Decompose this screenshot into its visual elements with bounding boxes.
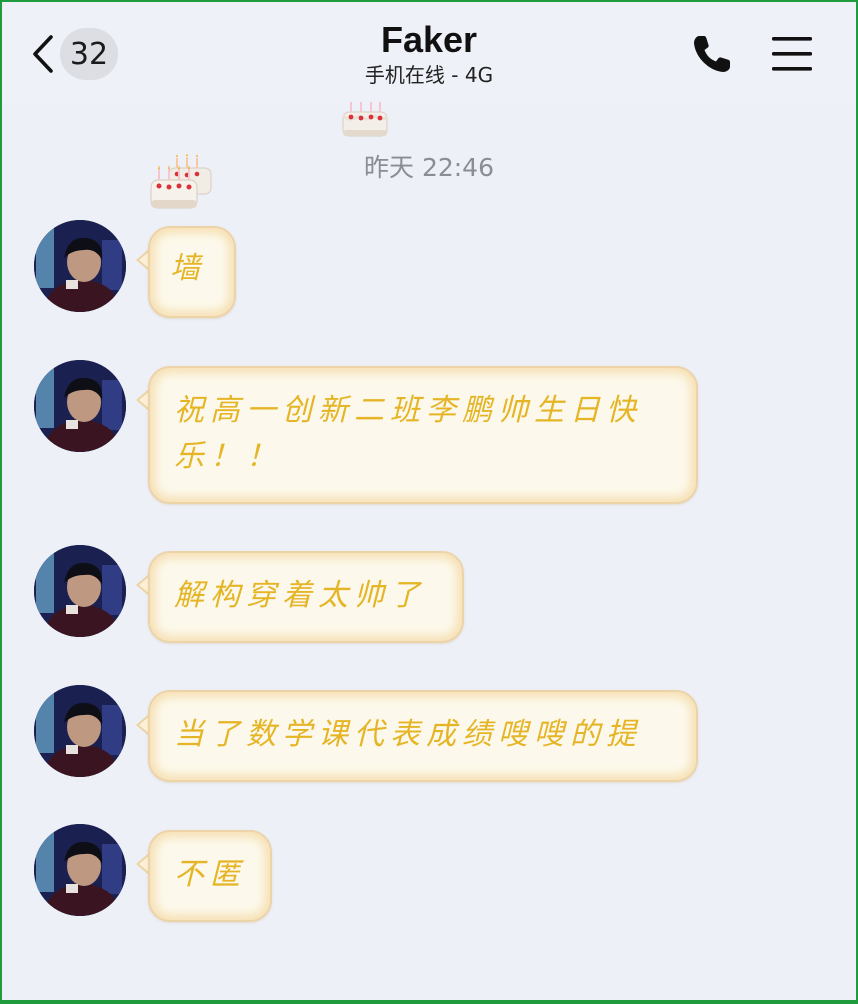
birthday-cake-emoji [342,102,389,137]
avatar[interactable] [34,685,126,777]
phone-icon[interactable] [690,32,734,76]
message-bubble[interactable]: 祝高一创新二班李鹏帅生日快乐！！ [148,366,698,504]
chevron-left-icon [33,35,53,73]
message-text: 解构穿着太帅了 [174,578,426,613]
message-timestamp: 昨天 22:46 [364,153,494,182]
unread-count-badge: 32 [60,28,118,80]
chat-screen: 32 Faker 手机在线 - 4G 昨天 22:46 墙 祝高一创新二班李鹏帅… [2,2,856,1000]
message-text: 当了数学课代表成绩嗖嗖的提 [174,717,642,752]
message-bubble[interactable]: 当了数学课代表成绩嗖嗖的提 [148,690,698,782]
contact-info[interactable]: Faker 手机在线 - 4G [229,18,629,88]
avatar[interactable] [34,824,126,916]
message-bubble[interactable]: 墙 [148,226,236,318]
avatar[interactable] [34,360,126,452]
message-text: 不匿 [174,857,246,892]
online-status: 手机在线 - 4G [364,63,494,87]
menu-icon[interactable] [770,34,814,74]
contact-name: Faker [380,19,478,60]
avatar[interactable] [34,220,126,312]
message-text: 祝高一创新二班李鹏帅生日快乐！！ [174,393,642,474]
message-text: 墙 [170,251,206,286]
message-bubble[interactable]: 解构穿着太帅了 [148,551,464,643]
back-button[interactable]: 32 [32,24,142,84]
message-bubble[interactable]: 不匿 [148,830,272,922]
chat-header: 32 Faker 手机在线 - 4G [2,2,856,104]
avatar[interactable] [34,545,126,637]
birthday-cakes-emoji [150,154,212,209]
